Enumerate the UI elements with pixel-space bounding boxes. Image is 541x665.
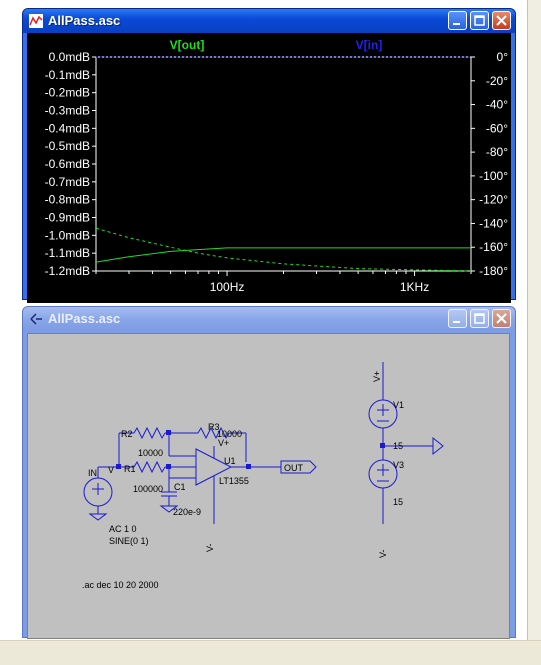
plot-frame xyxy=(95,56,472,272)
right-tick-label: -80° xyxy=(486,145,508,159)
c1-value[interactable]: 220e-9 xyxy=(173,507,201,517)
left-tick-label: -0.3mdB xyxy=(45,104,90,118)
net-v-label[interactable]: V xyxy=(108,465,114,475)
desktop-scroll-edge xyxy=(527,0,541,664)
right-tick-label: -120° xyxy=(479,193,508,207)
u1-model[interactable]: LT1355 xyxy=(219,476,249,486)
schematic-icon xyxy=(30,313,42,325)
net-in-label[interactable]: IN xyxy=(88,468,97,478)
u1-label[interactable]: U1 xyxy=(224,456,236,466)
plot-window-titlebar[interactable]: AllPass.asc xyxy=(23,9,515,33)
opamp-vminus-label[interactable]: V- xyxy=(205,543,215,552)
v3-value[interactable]: 15 xyxy=(393,497,403,507)
schematic-window-titlebar[interactable]: AllPass.asc xyxy=(23,307,515,331)
schematic-canvas[interactable]: R2 10000 R3 10000 R1 100000 C1 220e-9 U1… xyxy=(27,333,510,639)
close-button[interactable] xyxy=(492,11,511,30)
x-axis: 100Hz 1KHz xyxy=(95,271,472,294)
x-tick-label: 1KHz xyxy=(400,280,429,294)
close-icon xyxy=(496,15,507,26)
maximize-icon xyxy=(474,15,485,26)
waveform-plot[interactable]: 0.0mdB -0.1mdB -0.2mdB -0.3mdB -0.4mdB -0.5md… xyxy=(27,33,511,303)
left-tick-label: -0.1mdB xyxy=(45,68,90,82)
right-tick-label: -160° xyxy=(479,240,508,254)
minimize-icon xyxy=(453,321,460,323)
minimize-button[interactable] xyxy=(448,11,467,30)
wires xyxy=(83,362,444,524)
left-tick-label: -0.8mdB xyxy=(45,193,90,207)
waveform-icon xyxy=(29,14,43,28)
schematic-window[interactable]: AllPass.asc R2 10000 R3 10000 R1 100000 … xyxy=(22,306,516,639)
left-tick-label: -1.0mdB xyxy=(45,228,90,242)
v1-label[interactable]: V1 xyxy=(393,400,404,410)
right-tick-label: -140° xyxy=(479,216,508,230)
right-tick-label: 0° xyxy=(497,50,509,64)
status-bar xyxy=(0,640,541,665)
supply-vplus-label[interactable]: V+ xyxy=(372,371,382,382)
out-net-label[interactable]: OUT xyxy=(284,463,304,473)
right-axis: 0° -20° -40° -60° -80° -100° -120° -140° -160° -1… xyxy=(471,50,508,278)
minimize-icon xyxy=(453,23,460,25)
right-tick-label: -20° xyxy=(486,74,508,88)
spice-directive[interactable]: .ac dec 10 20 2000 xyxy=(82,580,159,590)
left-tick-label: -0.2mdB xyxy=(45,86,90,100)
v1-value[interactable]: 15 xyxy=(393,441,403,451)
source-ac-spec[interactable]: AC 1 0 xyxy=(109,524,137,534)
left-tick-label: -0.7mdB xyxy=(45,175,90,189)
left-tick-label: -0.6mdB xyxy=(45,157,90,171)
r1-value[interactable]: 100000 xyxy=(133,484,163,494)
minimize-button[interactable] xyxy=(448,309,467,328)
x-tick-label: 100Hz xyxy=(210,280,245,294)
left-tick-label: -1.2mdB xyxy=(45,264,90,278)
legend-vout[interactable]: V[out] xyxy=(170,38,205,52)
maximize-icon xyxy=(474,313,485,324)
right-tick-label: -40° xyxy=(486,98,508,112)
right-tick-label: -100° xyxy=(479,169,508,183)
schematic-drawing[interactable]: R2 10000 R3 10000 R1 100000 C1 220e-9 U1… xyxy=(28,334,509,638)
left-tick-label: -0.5mdB xyxy=(45,139,90,153)
c1-label[interactable]: C1 xyxy=(174,482,186,492)
plot-window-title: AllPass.asc xyxy=(48,13,121,28)
left-tick-label: -0.4mdB xyxy=(45,121,90,135)
left-axis: 0.0mdB -0.1mdB -0.2mdB -0.3mdB -0.4mdB -0.5md… xyxy=(45,50,96,278)
schematic-window-title: AllPass.asc xyxy=(48,311,121,326)
maximize-button[interactable] xyxy=(470,309,489,328)
left-tick-label: -0.9mdB xyxy=(45,211,90,225)
right-tick-label: -180° xyxy=(479,264,508,278)
close-button[interactable] xyxy=(492,309,511,328)
maximize-button[interactable] xyxy=(470,11,489,30)
r1-label[interactable]: R1 xyxy=(124,464,136,474)
right-tick-label: -60° xyxy=(486,121,508,135)
trace-vout-phase[interactable] xyxy=(95,227,472,272)
plot-window[interactable]: AllPass.asc 0.0mdB -0.1mdB -0.2mdB -0.3mdB -… xyxy=(22,8,516,303)
trace-vout-magnitude[interactable] xyxy=(95,247,471,263)
legend-vin[interactable]: V[in] xyxy=(356,38,383,52)
v3-label[interactable]: V3 xyxy=(393,460,404,470)
opamp-vplus-label[interactable]: V+ xyxy=(218,438,229,448)
r2-value[interactable]: 10000 xyxy=(138,448,163,458)
close-icon xyxy=(496,313,507,324)
r2-label[interactable]: R2 xyxy=(121,429,133,439)
left-tick-label: 0.0mdB xyxy=(49,50,90,64)
supply-vminus-label[interactable]: V- xyxy=(378,549,388,558)
plot-canvas[interactable]: 0.0mdB -0.1mdB -0.2mdB -0.3mdB -0.4mdB -0.5md… xyxy=(27,33,511,303)
source-sine-spec[interactable]: SINE(0 1) xyxy=(109,536,149,546)
left-tick-label: -1.1mdB xyxy=(45,246,90,260)
